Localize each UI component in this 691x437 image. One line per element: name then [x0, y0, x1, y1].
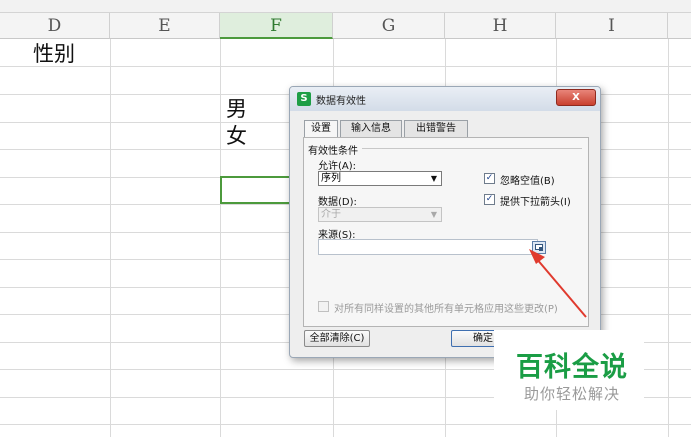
watermark-logo-text: 百科全说 [516, 352, 628, 383]
watermark-slogan: 助你轻松解决 [524, 385, 621, 403]
